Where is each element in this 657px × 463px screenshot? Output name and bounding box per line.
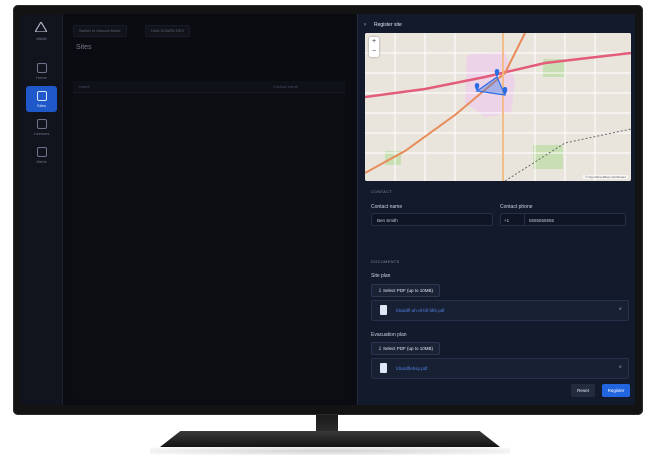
evacuation-file-link[interactable]: fdsaldflehsp.pdf xyxy=(396,359,428,378)
contact-name-input[interactable]: Ben Smith xyxy=(371,213,493,226)
contact-name-label: Contact name xyxy=(371,204,403,210)
map-zoom-control: + − xyxy=(369,37,379,57)
register-site-panel: › Register site + − © OpenStreetMap cont… xyxy=(357,14,635,405)
main-content: Switch to Manual Mode DAN SOARD DEV Site… xyxy=(63,14,356,405)
stand-shadow xyxy=(150,447,510,455)
map-canvas xyxy=(365,33,631,181)
phone-country-select[interactable]: +1 xyxy=(501,214,525,225)
contact-phone-label: Contact phone xyxy=(500,204,533,210)
site-plan-file: fdsaldfl-ah-dl-fdl-fdfe.pdf × xyxy=(371,300,629,321)
license-icon xyxy=(36,119,47,129)
documents-section-label: Documents xyxy=(371,259,400,264)
panel-title: Register site xyxy=(374,22,402,28)
contact-phone-input[interactable]: +1 5555555555 xyxy=(500,213,626,226)
register-button[interactable]: Register xyxy=(602,384,630,397)
document-icon xyxy=(380,363,387,373)
select-site-plan-button[interactable]: ⇩ Select PDF (up to 10MB) xyxy=(371,284,441,297)
zoom-out-button[interactable]: − xyxy=(369,47,379,57)
alert-icon xyxy=(36,147,47,157)
contact-section-label: Contact xyxy=(371,189,393,194)
reset-button[interactable]: Reset xyxy=(571,384,595,397)
select-evacuation-plan-button[interactable]: ⇩ Select PDF (up to 10MB) xyxy=(371,342,441,355)
monitor-stand xyxy=(160,431,500,447)
nav-item-home[interactable]: Home xyxy=(26,58,57,84)
home-icon xyxy=(36,63,47,73)
nav-item-licenses[interactable]: Licenses xyxy=(26,114,57,140)
monitor-neck xyxy=(316,415,338,433)
site-map[interactable]: + − © OpenStreetMap contributors xyxy=(365,33,631,181)
logo-icon xyxy=(35,22,47,32)
phone-value: 5555555555 xyxy=(529,218,555,223)
sites-icon xyxy=(36,91,47,101)
remove-file-icon[interactable]: × xyxy=(618,359,622,378)
logo-text: MAIN xyxy=(36,36,47,41)
evacuation-plan-file: fdsaldflehsp.pdf × xyxy=(371,358,629,379)
remove-file-icon[interactable]: × xyxy=(618,301,622,320)
evacuation-plan-label: Evacuation plan xyxy=(371,332,407,338)
screen: MAIN Home Sites Licenses Alerts Switch t… xyxy=(21,14,635,405)
nav-label: Sites xyxy=(37,103,46,108)
overlay-dim xyxy=(63,14,356,405)
nav-label: Home xyxy=(36,75,47,80)
document-icon xyxy=(380,305,387,315)
nav-item-alerts[interactable]: Alerts xyxy=(26,142,57,168)
map-attribution[interactable]: © OpenStreetMap contributors xyxy=(583,175,628,179)
site-plan-label: Site plan xyxy=(371,273,391,279)
close-icon[interactable]: › xyxy=(364,20,366,30)
nav-rail: MAIN Home Sites Licenses Alerts xyxy=(21,14,63,405)
nav-label: Alerts xyxy=(36,159,47,164)
zoom-in-button[interactable]: + xyxy=(369,37,379,47)
nav-item-sites[interactable]: Sites xyxy=(26,86,57,112)
site-plan-file-link[interactable]: fdsaldfl-ah-dl-fdl-fdfe.pdf xyxy=(396,301,445,320)
nav-label: Licenses xyxy=(33,131,50,136)
